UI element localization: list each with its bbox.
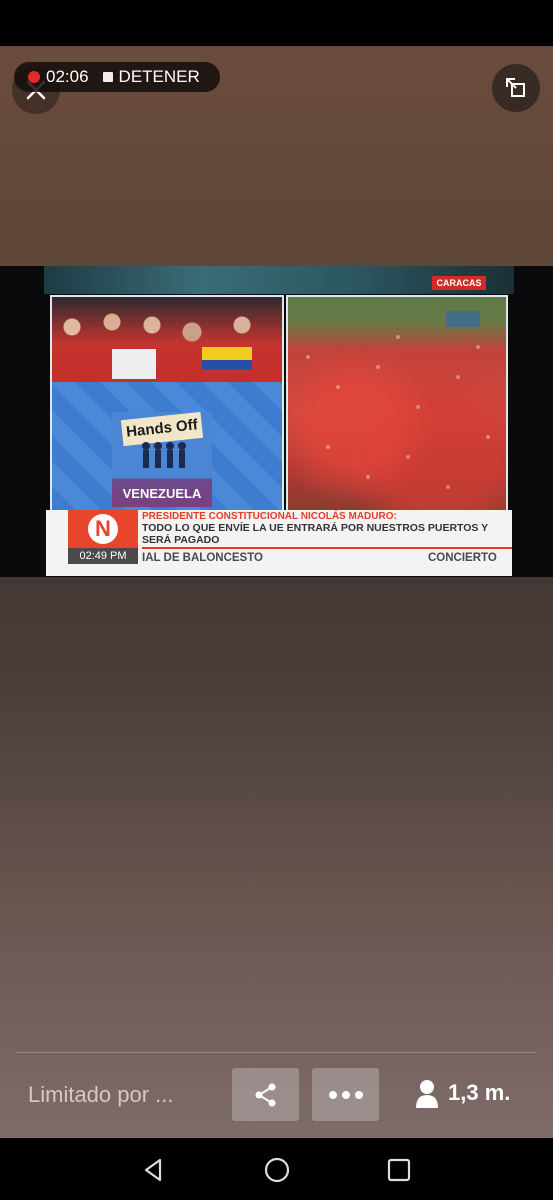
footer-divider bbox=[16, 1052, 537, 1053]
podium: Hands Off VENEZUELA bbox=[52, 382, 282, 511]
headline-body: TODO LO QUE ENVÍE LA UE ENTRARÁ POR NUES… bbox=[142, 522, 488, 546]
crowd-panel bbox=[286, 295, 508, 513]
more-icon bbox=[328, 1090, 363, 1099]
exit-fullscreen-button[interactable] bbox=[492, 64, 540, 112]
broadcast-clock: 02:49 PM bbox=[68, 548, 138, 564]
recents-icon bbox=[387, 1158, 411, 1182]
back-button[interactable] bbox=[133, 1150, 173, 1190]
home-button[interactable] bbox=[257, 1150, 297, 1190]
video-viewer[interactable] bbox=[0, 46, 553, 1138]
more-options-button[interactable] bbox=[312, 1068, 379, 1121]
channel-logo-letter: N bbox=[88, 514, 118, 544]
channel-logo: N bbox=[68, 510, 138, 548]
speaker-panel: Hands Off VENEZUELA bbox=[50, 295, 284, 513]
podium-poster: Hands Off VENEZUELA bbox=[112, 411, 212, 507]
back-icon bbox=[144, 1158, 162, 1182]
recording-indicator[interactable]: 02:06 DETENER bbox=[14, 62, 220, 92]
ticker-item: CONCIERTO bbox=[428, 552, 497, 564]
crowd-figure bbox=[112, 349, 156, 379]
record-dot-icon bbox=[28, 71, 40, 83]
share-icon bbox=[255, 1083, 275, 1106]
crowd-figure-flag bbox=[202, 347, 252, 379]
video-frame[interactable]: CARACAS Hands Off VENEZUELA N 02:49 PM P… bbox=[0, 266, 553, 577]
crowd-texture bbox=[306, 311, 490, 489]
person-icon bbox=[416, 1080, 438, 1108]
recording-time: 02:06 bbox=[46, 67, 89, 86]
limited-label: Limitado por ... bbox=[28, 1082, 174, 1107]
home-icon bbox=[264, 1157, 290, 1183]
viewer-count-label: 1,3 m. bbox=[448, 1080, 511, 1105]
share-button[interactable] bbox=[232, 1068, 299, 1121]
news-ticker: N 02:49 PM PRESIDENTE CONSTITUCIONAL NIC… bbox=[46, 510, 512, 576]
viewer-count: 1,3 m. bbox=[414, 1078, 510, 1108]
exit-fullscreen-icon bbox=[506, 78, 525, 97]
status-bar bbox=[0, 0, 553, 46]
location-tag: CARACAS bbox=[432, 276, 486, 290]
stop-recording-label[interactable]: DETENER bbox=[119, 67, 200, 87]
recents-button[interactable] bbox=[379, 1150, 419, 1190]
stop-icon bbox=[102, 72, 113, 82]
podium-text: VENEZUELA bbox=[122, 486, 202, 501]
ticker-divider bbox=[142, 547, 512, 549]
headline-title: PRESIDENTE CONSTITUCIONAL NICOLÁS MADURO… bbox=[142, 511, 397, 522]
ticker-item: IAL DE BALONCESTO bbox=[142, 552, 263, 564]
